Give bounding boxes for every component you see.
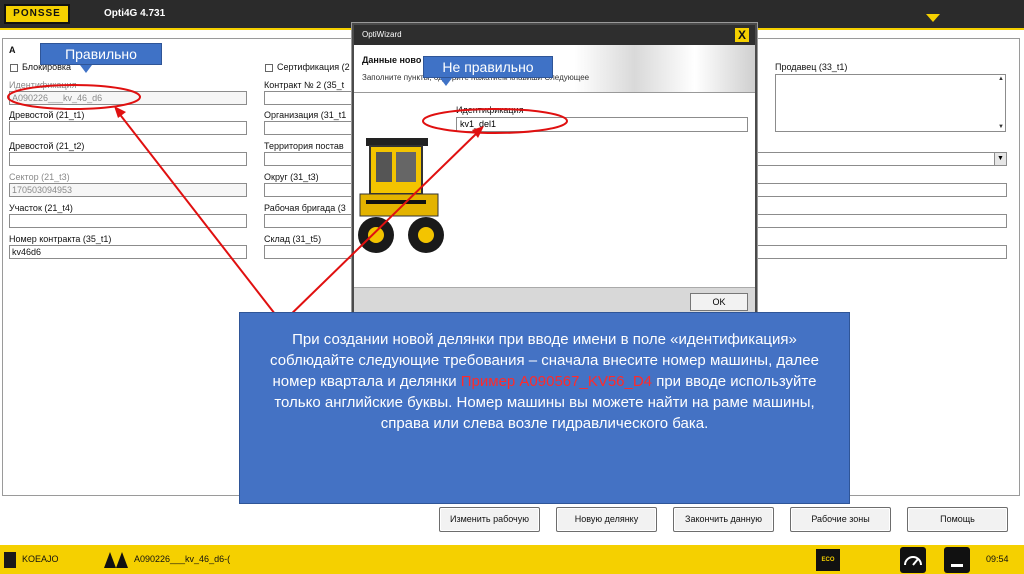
current-plot: A090226___kv_46_d6-(: [134, 554, 231, 564]
stand1-input[interactable]: [9, 121, 247, 135]
right-input-3[interactable]: [755, 245, 1007, 259]
stand2-input[interactable]: [9, 152, 247, 166]
sector-label: Сектор (21_t3): [9, 172, 70, 182]
dialog-title: OptiWizard: [354, 25, 755, 45]
scroll-down-icon[interactable]: ▼: [998, 124, 1004, 130]
close-icon[interactable]: X: [735, 28, 749, 42]
identification-input[interactable]: A090226___kv_46_d6: [9, 91, 247, 105]
finish-button[interactable]: Закончить данную: [673, 507, 774, 532]
screen: PONSSE Opti4G 4.731 A Блокировка Идентиф…: [0, 0, 1024, 574]
dialog-identification-label: Идентификация: [456, 105, 524, 115]
ok-button[interactable]: OK: [690, 293, 748, 311]
certification-checkbox[interactable]: [265, 64, 273, 72]
stand2-label: Древостой (21_t2): [9, 141, 85, 151]
identification-label: Идентификация: [9, 80, 77, 90]
contract-label: Номер контракта (35_t1): [9, 234, 112, 244]
warehouse-input[interactable]: [264, 245, 352, 259]
organization-input[interactable]: [264, 121, 352, 135]
callout-correct-pointer: [80, 65, 92, 73]
app-version: Opti4G 4.731: [104, 8, 166, 19]
callout-correct: Правильно: [40, 43, 162, 65]
contract-input[interactable]: kv46d6: [9, 245, 247, 259]
new-plot-button[interactable]: Новую делянку: [556, 507, 657, 532]
district-label: Округ (31_t3): [264, 172, 319, 182]
scroll-up-icon[interactable]: ▲: [998, 76, 1004, 82]
contract2-input[interactable]: [264, 91, 352, 105]
eco-icon[interactable]: ECO: [816, 549, 840, 571]
lock-checkbox[interactable]: [10, 64, 18, 72]
callout-incorrect: Не правильно: [423, 56, 553, 78]
info-example: Пример A090567_KV56_D4: [460, 373, 653, 390]
section-letter: A: [9, 45, 16, 55]
seller-textarea[interactable]: ▲ ▼: [775, 74, 1006, 132]
callout-incorrect-pointer: [440, 78, 452, 86]
status-bar: KOEAJO A090226___kv_46_d6-( ECO 09:54: [0, 545, 1024, 574]
info-box: При создании новой делянки при вводе име…: [239, 312, 850, 504]
operator-name: KOEAJO: [22, 554, 59, 564]
brigade-input[interactable]: [264, 214, 352, 228]
brigade-label: Рабочая бригада (3: [264, 203, 346, 213]
stand1-label: Древостой (21_t1): [9, 110, 85, 120]
right-combo[interactable]: ▼: [755, 152, 1007, 166]
work-zones-button[interactable]: Рабочие зоны: [790, 507, 891, 532]
dialog-identification-input[interactable]: kv1_del1: [456, 117, 748, 132]
help-button[interactable]: Помощь: [907, 507, 1008, 532]
territory-input[interactable]: [264, 152, 352, 166]
change-work-button[interactable]: Изменить рабочую: [439, 507, 540, 532]
sector-input[interactable]: 170503094953: [9, 183, 247, 197]
territory-label: Территория постав: [264, 141, 344, 151]
menu-arrow-icon[interactable]: [926, 14, 940, 22]
trees-icon: [104, 552, 128, 568]
warehouse-label: Склад (31_t5): [264, 234, 322, 244]
plot-label: Участок (21_t4): [9, 203, 73, 213]
organization-label: Организация (31_t1: [264, 110, 347, 120]
forwarder-machine-image: [356, 130, 448, 265]
ponsse-logo: PONSSE: [4, 4, 70, 24]
right-input-1[interactable]: [755, 183, 1007, 197]
plot-input[interactable]: [9, 214, 247, 228]
clock: 09:54: [986, 554, 1009, 564]
user-icon: [4, 552, 16, 568]
right-input-2[interactable]: [755, 214, 1007, 228]
district-input[interactable]: [264, 183, 352, 197]
seller-label: Продавец (33_t1): [775, 62, 848, 72]
contract2-label: Контракт № 2 (35_t: [264, 80, 345, 90]
dialog-header-title: Данные ново: [362, 55, 422, 65]
gauge-icon[interactable]: [900, 547, 926, 573]
certification-label: Сертификация (2: [277, 62, 350, 72]
optiwizard-dialog: OptiWizard X Данные ново Заполните пункт…: [352, 23, 757, 318]
minimize-icon[interactable]: [944, 547, 970, 573]
chevron-down-icon[interactable]: ▼: [994, 153, 1006, 165]
dialog-header: Данные ново Заполните пункты, одобрите н…: [354, 45, 755, 93]
